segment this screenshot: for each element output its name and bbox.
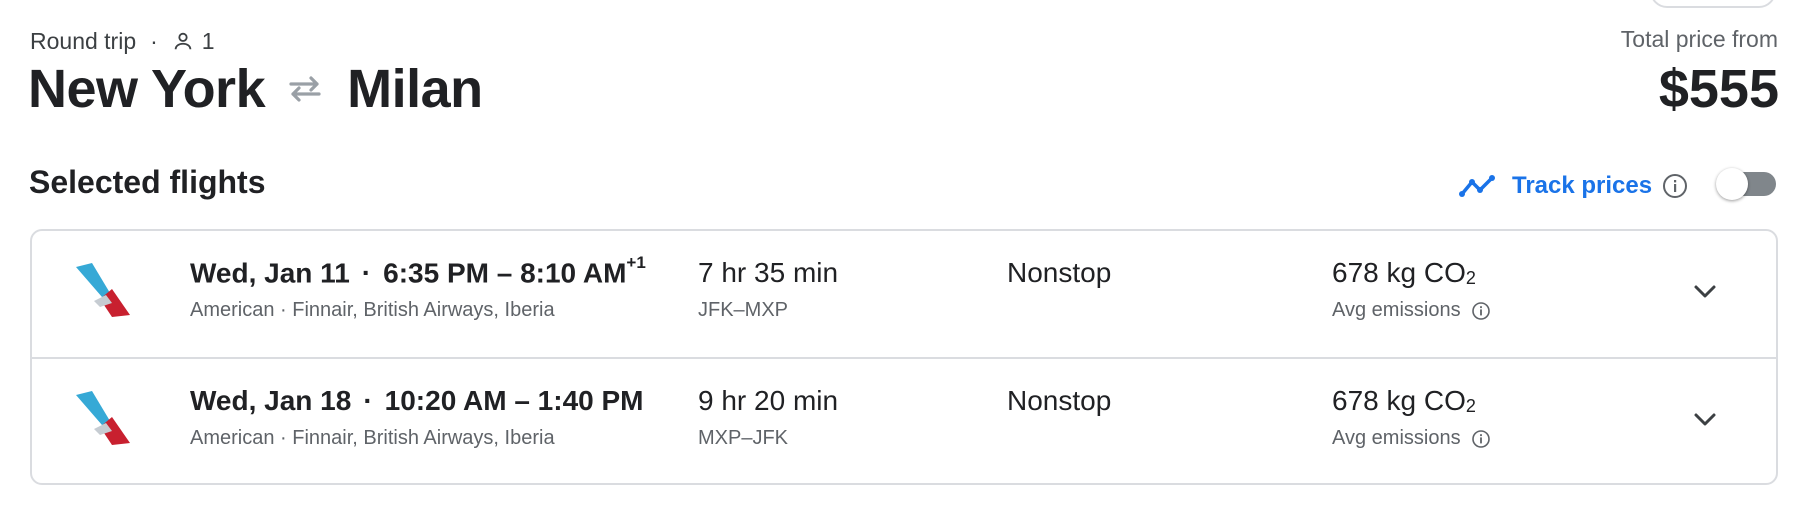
flight-stops: Nonstop — [1007, 257, 1112, 288]
times-separator: · — [361, 257, 372, 289]
trip-type: Round trip — [30, 27, 137, 54]
emissions-label-row: Avg emissions — [1332, 427, 1491, 450]
flight-airports: MXP–JFK — [698, 427, 789, 449]
flight-date: Wed, Jan 11 — [190, 257, 350, 289]
track-prices[interactable]: Track prices — [1458, 168, 1688, 204]
selected-flights-title: Selected flights — [29, 164, 266, 200]
info-icon[interactable] — [1471, 429, 1491, 449]
emissions-label: Avg emissions — [1332, 299, 1461, 321]
day-offset: +1 — [626, 253, 646, 272]
toggle-knob — [1716, 168, 1748, 200]
swap-arrows-icon — [289, 76, 321, 102]
flight-time-range: 10:20 AM – 1:40 PM — [384, 385, 644, 416]
info-icon[interactable] — [1471, 301, 1491, 321]
flight-row-outbound[interactable]: Wed, Jan 11 · 6:35 PM – 8:10 AM+1 American… — [32, 231, 1776, 359]
flight-row-return[interactable]: Wed, Jan 18 · 10:20 AM – 1:40 PM American … — [32, 359, 1776, 485]
track-prices-label[interactable]: Track prices — [1512, 172, 1652, 200]
total-price: $555 — [1658, 59, 1779, 119]
flight-duration: 9 hr 20 min — [698, 385, 839, 416]
origin-city: New York — [28, 59, 266, 119]
flight-time-range: 6:35 PM – 8:10 AM — [383, 257, 627, 289]
flight-airports: JFK–MXP — [698, 299, 789, 321]
flight-carriers: American · Finnair, British Airways, Ibe… — [190, 299, 555, 321]
emissions-label-row: Avg emissions — [1332, 299, 1491, 322]
person-icon — [174, 32, 192, 50]
chevron-down-icon[interactable] — [1688, 275, 1722, 309]
chevron-down-icon[interactable] — [1688, 403, 1722, 437]
emissions-value: 678 kg CO — [1332, 257, 1466, 288]
flight-date: Wed, Jan 18 — [190, 385, 352, 416]
flight-times: Wed, Jan 18 · 10:20 AM – 1:40 PM — [190, 385, 644, 417]
flight-carriers: American · Finnair, British Airways, Ibe… — [190, 427, 555, 449]
track-prices-toggle[interactable] — [1716, 168, 1776, 200]
flight-duration: 7 hr 35 min — [698, 257, 839, 288]
flight-times: Wed, Jan 11 · 6:35 PM – 8:10 AM+1 — [190, 253, 646, 289]
emissions-subscript: 2 — [1465, 268, 1476, 288]
trend-line-icon — [1459, 175, 1495, 197]
selected-flights-card: Wed, Jan 11 · 6:35 PM – 8:10 AM+1 American… — [30, 229, 1778, 485]
meta-separator: · — [150, 27, 158, 54]
american-airlines-logo — [76, 263, 130, 317]
emissions-subscript: 2 — [1465, 396, 1476, 416]
info-icon[interactable] — [1662, 173, 1688, 199]
route-title: New York Milan — [28, 58, 483, 120]
flight-emissions: 678 kg CO2 — [1332, 257, 1476, 289]
passenger-count: 1 — [201, 27, 215, 54]
trip-meta: Round trip · 1 — [30, 26, 215, 56]
times-separator: · — [363, 385, 373, 416]
flight-stops: Nonstop — [1007, 385, 1112, 416]
partial-top-button[interactable] — [1650, 0, 1776, 8]
destination-city: Milan — [347, 59, 483, 119]
flight-emissions: 678 kg CO2 — [1332, 385, 1476, 417]
emissions-value: 678 kg CO — [1332, 385, 1466, 416]
american-airlines-logo — [76, 391, 130, 445]
emissions-label: Avg emissions — [1332, 427, 1461, 449]
price-label: Total price from — [1620, 26, 1778, 52]
